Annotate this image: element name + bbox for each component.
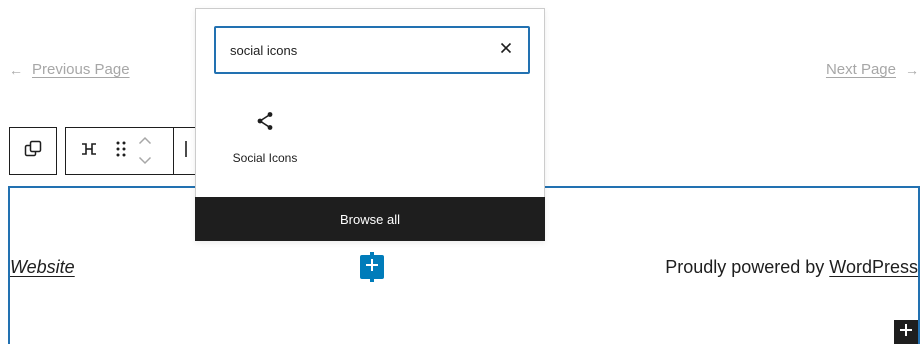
arrow-right-icon: →: [905, 61, 919, 78]
block-toolbar: [65, 127, 205, 175]
share-icon: [256, 105, 274, 137]
group-row-icon: [80, 142, 98, 161]
next-page-label[interactable]: Next Page: [826, 61, 896, 78]
previous-page-link[interactable]: ← Previous Page: [9, 61, 130, 78]
select-parent-button[interactable]: [9, 127, 57, 175]
previous-page-label[interactable]: Previous Page: [32, 61, 130, 78]
clear-search-button[interactable]: [484, 28, 528, 72]
block-search-input[interactable]: [216, 28, 484, 72]
select-parent-icon: [24, 140, 42, 163]
powered-by-prefix: Proudly powered by: [665, 257, 830, 277]
block-inserter-button[interactable]: [360, 252, 384, 282]
drag-handle-icon: [116, 141, 126, 162]
wordpress-link[interactable]: WordPress: [829, 257, 918, 277]
browse-all-button[interactable]: Browse all: [195, 197, 545, 241]
append-block-button[interactable]: [894, 320, 918, 344]
quick-inserter-popover: Social Icons Browse all: [195, 8, 545, 241]
plus-icon: [365, 258, 379, 277]
next-page-link[interactable]: Next Page →: [826, 61, 919, 78]
block-transform-button[interactable]: [66, 128, 112, 174]
block-mover: [130, 128, 162, 174]
chevron-up-icon[interactable]: [138, 132, 152, 150]
drag-handle[interactable]: [112, 128, 130, 174]
site-link[interactable]: Website: [10, 257, 75, 278]
justify-left-icon: [184, 140, 194, 163]
block-result-social-icons[interactable]: Social Icons: [222, 105, 308, 175]
block-result-label: Social Icons: [232, 151, 298, 165]
arrow-left-icon: ←: [9, 61, 23, 78]
powered-by-text: Proudly powered by WordPress: [665, 257, 918, 278]
close-icon: [500, 41, 512, 59]
plus-icon: [899, 323, 913, 342]
block-search: [214, 26, 530, 74]
chevron-down-icon[interactable]: [138, 152, 152, 170]
